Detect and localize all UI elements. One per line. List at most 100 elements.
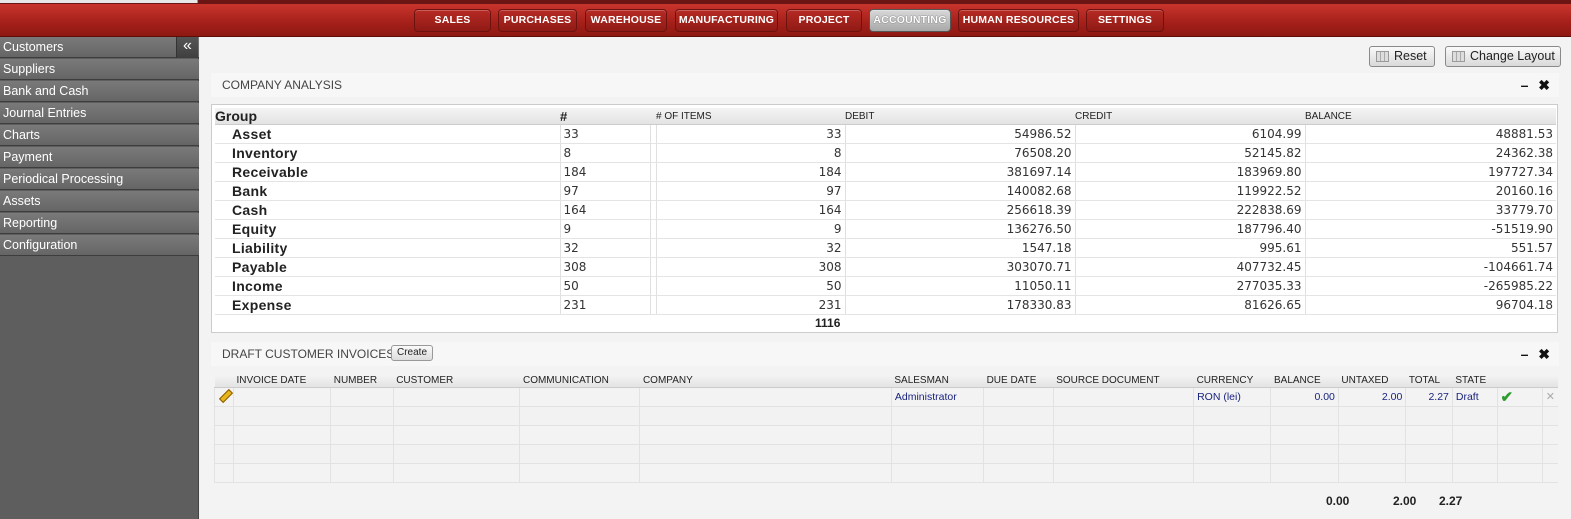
table-row[interactable]: Receivable 184 184 381697.14 183969.80 197727…	[215, 162, 1556, 182]
empty-cell	[1541, 463, 1558, 483]
empty-cell	[1496, 425, 1543, 445]
menu-settings[interactable]: SETTINGS	[1086, 9, 1164, 32]
col-total[interactable]: TOTAL	[1405, 375, 1453, 388]
table-row[interactable]: Expense 231 231 178330.83 81626.65 96704.18	[215, 295, 1556, 315]
table-row[interactable]: Equity 9 9 136276.50 187796.40 -51519.90	[215, 219, 1556, 239]
table-row[interactable]: Bank 97 97 140082.68 119922.52 20160.16	[215, 181, 1556, 201]
company-cell	[639, 387, 892, 407]
total-items: 1116	[815, 316, 841, 330]
empty-cell	[330, 463, 394, 483]
count-cell: 50	[559, 276, 650, 296]
col-credit[interactable]: CREDIT	[1075, 108, 1305, 125]
menu-accounting[interactable]: ACCOUNTING	[869, 9, 951, 32]
sidebar-item-charts[interactable]: Charts	[0, 125, 199, 146]
check-icon: ✔	[1500, 388, 1514, 406]
menu-project[interactable]: PROJECT	[786, 9, 862, 32]
sidebar-item-suppliers[interactable]: Suppliers	[0, 59, 199, 80]
col-untaxed[interactable]: UNTAXED	[1338, 375, 1406, 388]
debit-cell: 140082.68	[844, 181, 1075, 201]
col-count[interactable]: #	[560, 108, 656, 125]
empty-cell	[1270, 463, 1339, 483]
items-cell: 164	[655, 200, 845, 220]
col-company[interactable]: COMPANY	[639, 375, 892, 388]
items-cell: 33	[655, 124, 845, 144]
change-layout-button[interactable]: Change Layout	[1445, 46, 1561, 67]
empty-cell	[330, 444, 394, 464]
edit-pencil-icon[interactable]	[214, 387, 234, 407]
number-cell	[330, 387, 394, 407]
items-cell: 97	[655, 181, 845, 201]
table-row[interactable]: Income 50 50 11050.11 277035.33 -265985.22	[215, 276, 1556, 296]
sidebar-item-label: Customers	[3, 40, 64, 54]
debit-cell: 11050.11	[844, 276, 1075, 296]
empty-cell	[1496, 406, 1543, 426]
table-row[interactable]: Payable 308 308 303070.71 407732.45 -104661.7…	[215, 257, 1556, 277]
empty-cell	[1337, 463, 1406, 483]
balance-cell: 48881.53	[1304, 124, 1556, 144]
menu-manufacturing[interactable]: MANUFACTURING	[675, 9, 778, 32]
col-state[interactable]: STATE	[1452, 375, 1498, 388]
reset-button[interactable]: Reset	[1369, 46, 1435, 67]
empty-cell	[330, 406, 394, 426]
col-due-date[interactable]: DUE DATE	[983, 375, 1054, 388]
sidebar-item-customers[interactable]: Customers «	[0, 37, 199, 58]
total-balance: 0.00	[1326, 494, 1350, 508]
items-cell: 32	[655, 238, 845, 258]
debit-cell: 1547.18	[844, 238, 1075, 258]
sidebar-item-reporting[interactable]: Reporting	[0, 213, 199, 234]
menu-sales[interactable]: SALES	[414, 9, 491, 32]
col-communication[interactable]: COMMUNICATION	[519, 375, 640, 388]
count-cell: 164	[559, 200, 650, 220]
table-row[interactable]: Inventory 8 8 76508.20 52145.82 24362.38	[215, 143, 1556, 163]
menu-warehouse[interactable]: WAREHOUSE	[585, 9, 667, 32]
sidebar-item-payment[interactable]: Payment	[0, 147, 199, 168]
col-items[interactable]: # OF ITEMS	[656, 108, 845, 125]
empty-cell	[639, 444, 892, 464]
empty-cell	[983, 425, 1054, 445]
sidebar-item-bank-and-cash[interactable]: Bank and Cash	[0, 81, 199, 102]
menu-human-resources[interactable]: HUMAN RESOURCES	[958, 9, 1079, 32]
col-source-document[interactable]: SOURCE DOCUMENT	[1053, 375, 1194, 388]
balance-cell: -51519.90	[1304, 219, 1556, 239]
empty-cell	[1052, 425, 1194, 445]
minimize-close-icon[interactable]: – ✖	[1521, 77, 1553, 94]
empty-row	[214, 406, 1558, 426]
sidebar-item-configuration[interactable]: Configuration	[0, 235, 199, 256]
sidebar-item-journal-entries[interactable]: Journal Entries	[0, 103, 199, 124]
col-group[interactable]: Group	[215, 108, 560, 125]
col-currency[interactable]: CURRENCY	[1193, 375, 1271, 388]
table-row[interactable]: Asset 33 33 54986.52 6104.99 48881.53	[215, 124, 1556, 144]
col-invoice-date[interactable]: INVOICE DATE	[233, 375, 331, 388]
col-salesman[interactable]: SALESMAN	[891, 375, 984, 388]
customer-cell	[392, 387, 520, 407]
balance-cell: -265985.22	[1304, 276, 1556, 296]
col-customer[interactable]: CUSTOMER	[393, 375, 520, 388]
debit-cell: 76508.20	[844, 143, 1075, 163]
group-name: Income	[215, 276, 560, 296]
table-row[interactable]: Administrator RON (lei) 0.00 2.00 2.27 Draft ✔…	[214, 387, 1558, 407]
empty-cell	[392, 406, 520, 426]
collapse-sidebar-icon[interactable]: «	[176, 37, 198, 58]
empty-row	[214, 425, 1558, 445]
col-balance[interactable]: BALANCE	[1270, 375, 1339, 388]
minimize-close-icon[interactable]: – ✖	[1521, 346, 1553, 363]
delete-x-icon[interactable]: ✕	[1541, 387, 1558, 407]
sidebar-item-assets[interactable]: Assets	[0, 191, 199, 212]
source-document-cell	[1052, 387, 1194, 407]
col-debit[interactable]: DEBIT	[845, 108, 1075, 125]
empty-cell	[1405, 406, 1453, 426]
col-balance[interactable]: BALANCE	[1305, 108, 1556, 125]
col-number[interactable]: NUMBER	[330, 375, 394, 388]
empty-cell	[1052, 463, 1194, 483]
menu-purchases[interactable]: PURCHASES	[498, 9, 577, 32]
table-row[interactable]: Liability 32 32 1547.18 995.61 551.57	[215, 238, 1556, 258]
credit-cell: 995.61	[1074, 238, 1305, 258]
approve-check-icon[interactable]: ✔	[1496, 387, 1543, 407]
create-invoice-button[interactable]: Create	[391, 345, 434, 361]
table-row[interactable]: Cash 164 164 256618.39 222838.69 33779.70	[215, 200, 1556, 220]
empty-cell	[1405, 425, 1453, 445]
reset-icon	[1376, 51, 1389, 62]
empty-cell	[1052, 406, 1194, 426]
count-cell: 32	[559, 238, 650, 258]
sidebar-item-periodical-processing[interactable]: Periodical Processing	[0, 169, 199, 190]
